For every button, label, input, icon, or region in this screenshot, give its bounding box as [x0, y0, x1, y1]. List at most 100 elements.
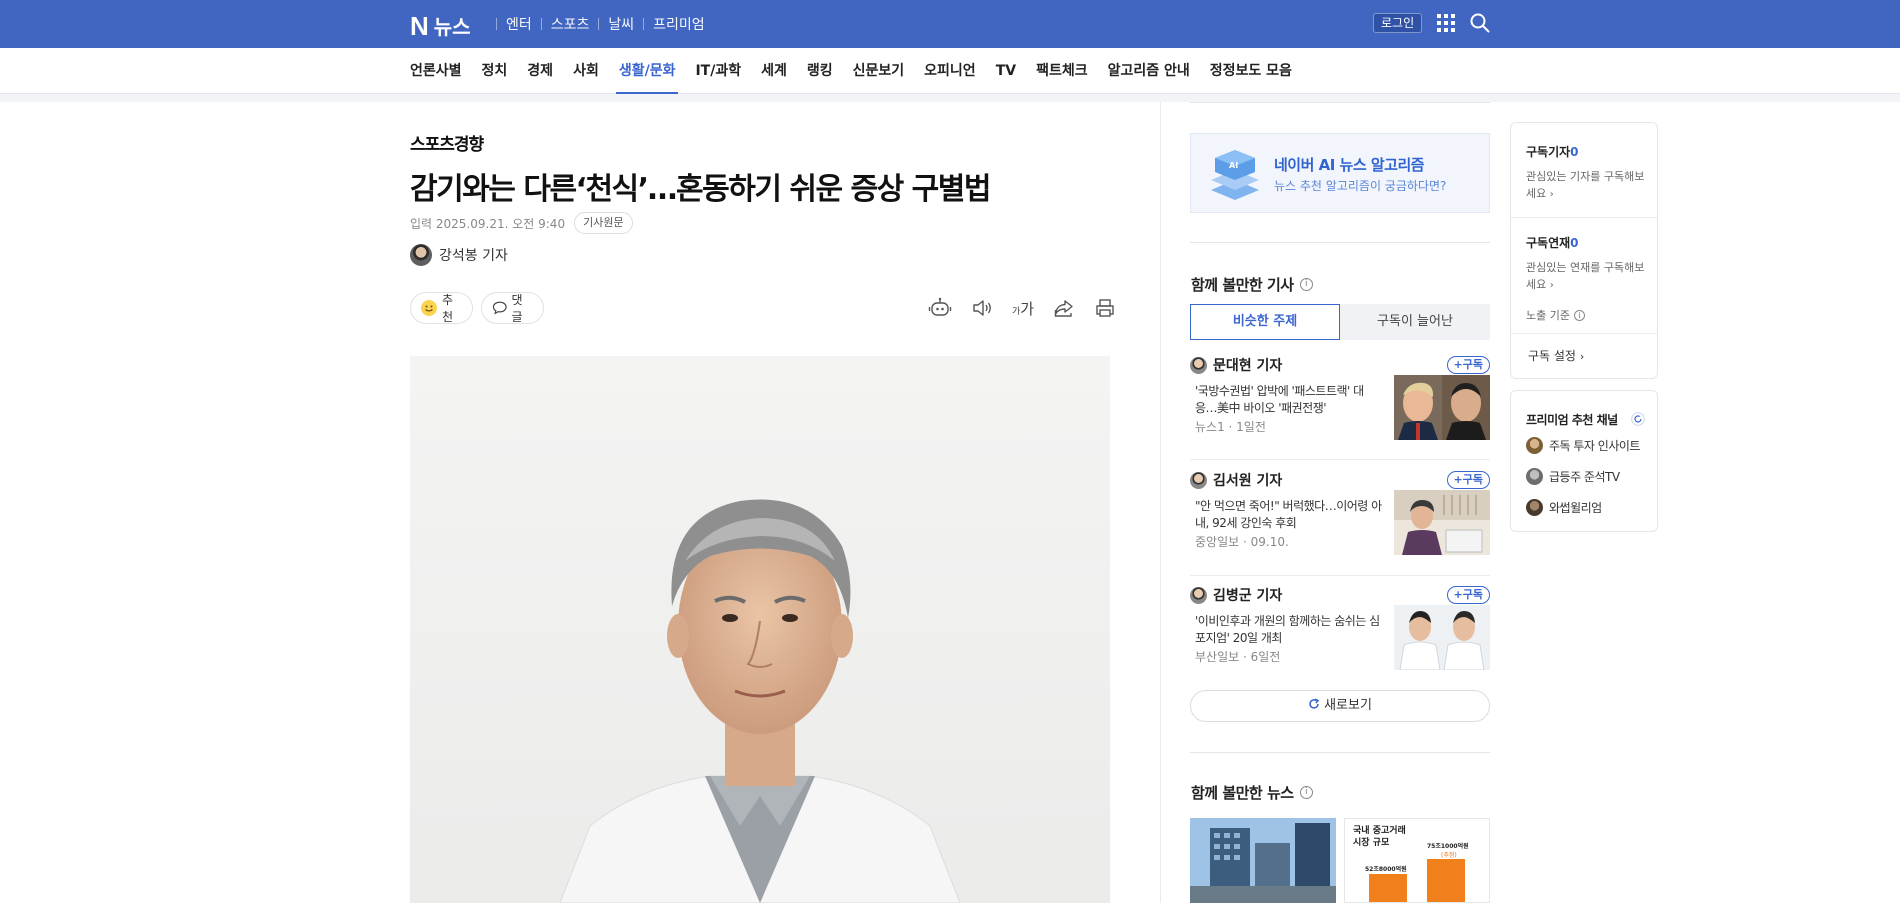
top-nav: 엔터 스포츠 날씨 프리미엄: [487, 14, 705, 34]
svg-text:AI: AI: [1229, 161, 1238, 170]
smile-emoji-icon: [421, 300, 437, 316]
related-article-item[interactable]: 문대현 기자 +구독 '국방수권법' 압박에 '패스트트랙' 대응…美中 바이오…: [1190, 355, 1490, 450]
related-reporter[interactable]: 김병군 기자: [1190, 585, 1490, 605]
info-icon[interactable]: i: [1299, 786, 1313, 799]
article-date: 입력 2025.09.21. 오전 9:40: [410, 216, 566, 231]
related-article-headline[interactable]: "안 먹으면 죽어!" 버럭했다…이어령 아내, 92세 강인숙 후회: [1195, 498, 1385, 532]
related-reporter[interactable]: 김서원 기자: [1190, 470, 1490, 490]
search-icon[interactable]: [1470, 13, 1490, 33]
info-icon: i: [1573, 309, 1585, 321]
related-reporter[interactable]: 문대현 기자: [1190, 355, 1490, 375]
reporter-name[interactable]: 강석봉 기자: [439, 245, 508, 265]
related-article-meta: 뉴스1 · 1일전: [1195, 420, 1266, 434]
channel-avatar: [1526, 437, 1543, 454]
related-reporter-name[interactable]: 김병군 기자: [1213, 585, 1282, 605]
info-icon[interactable]: i: [1299, 278, 1313, 291]
refresh-icon[interactable]: [1631, 412, 1645, 426]
reporter-byline[interactable]: 강석봉 기자: [410, 244, 508, 266]
channel-avatar: [1526, 499, 1543, 516]
font-size-icon[interactable]: 가 가: [1012, 298, 1034, 318]
category-tab[interactable]: 팩트체크: [1036, 48, 1088, 94]
article-title: 감기와는 다른‘천식’…혼동하기 쉬운 증상 구별법: [410, 172, 991, 207]
comment-button[interactable]: 댓글: [481, 292, 544, 324]
premium-channels-title: 프리미엄 추천 채널: [1526, 413, 1618, 427]
category-tab[interactable]: IT/과학: [695, 48, 741, 94]
top-nav-premium[interactable]: 프리미엄: [653, 14, 705, 34]
top-nav-sports[interactable]: 스포츠: [551, 14, 590, 34]
category-tab[interactable]: 오피니언: [924, 48, 976, 94]
divider: [1511, 217, 1657, 218]
press-name[interactable]: 스포츠경향: [410, 130, 484, 155]
related-article-headline[interactable]: '이비인후과 개원의 함께하는 숨쉬는 심포지엄' 20일 개최: [1195, 613, 1385, 647]
subscribed-reporters-title[interactable]: 구독기자0: [1526, 143, 1579, 160]
reporter-avatar[interactable]: [410, 244, 432, 266]
ai-banner-subtitle[interactable]: 뉴스 추천 알고리즘이 궁금하다면?: [1274, 177, 1446, 194]
category-tab[interactable]: 랭킹: [807, 48, 833, 94]
top-header: N 뉴스 엔터 스포츠 날씨 프리미엄 로그인: [0, 0, 1900, 48]
related-article-meta: 중앙일보 · 09.10.: [1195, 535, 1289, 549]
ai-algorithm-banner[interactable]: AI 네이버 AI 뉴스 알고리즘 뉴스 추천 알고리즘이 궁금하다면?: [1190, 133, 1490, 213]
like-button[interactable]: 추천: [410, 292, 473, 324]
related-article-headline[interactable]: '국방수권법' 압박에 '패스트트랙' 대응…美中 바이오 '패권전쟁': [1195, 383, 1385, 417]
original-article-button[interactable]: 기사원문: [574, 212, 633, 234]
category-tab[interactable]: 사회: [573, 48, 599, 94]
subscribe-button[interactable]: +구독: [1446, 471, 1490, 489]
divider: [540, 18, 542, 30]
category-tab[interactable]: TV: [996, 48, 1016, 94]
divider: [0, 94, 1900, 102]
print-icon[interactable]: [1094, 298, 1116, 318]
article-tools: 가 가: [928, 297, 1116, 319]
chevron-right-icon: ›: [1549, 280, 1554, 291]
subscribe-button[interactable]: +구독: [1446, 586, 1490, 604]
category-tab[interactable]: 생활/문화: [615, 48, 679, 94]
login-button[interactable]: 로그인: [1373, 13, 1423, 33]
related-articles-title: 함께 볼만한 기사 i: [1191, 274, 1313, 295]
related-article-thumbnail[interactable]: [1394, 605, 1490, 670]
exposure-criteria[interactable]: 노출 기준 i: [1526, 307, 1585, 323]
category-tab[interactable]: 신문보기: [853, 48, 905, 94]
share-icon[interactable]: [1053, 298, 1075, 318]
category-tab[interactable]: 정정보도 모음: [1210, 48, 1292, 94]
grid-icon[interactable]: [1437, 14, 1455, 32]
related-article-item[interactable]: 김병군 기자 +구독 '이비인후과 개원의 함께하는 숨쉬는 심포지엄' 20일…: [1190, 585, 1490, 680]
category-tab[interactable]: 경제: [527, 48, 553, 94]
subscribe-button[interactable]: +구독: [1446, 356, 1490, 374]
category-tab[interactable]: 정치: [482, 48, 508, 94]
premium-channel-item[interactable]: 급등주 준석TV: [1526, 468, 1620, 485]
premium-channel-item[interactable]: 와썹윌리엄: [1526, 499, 1602, 516]
subscribed-reporters-desc[interactable]: 관심있는 기자를 구독해보세요 ›: [1526, 168, 1646, 203]
related-reporter-name[interactable]: 김서원 기자: [1213, 470, 1282, 490]
naver-logo[interactable]: N: [410, 13, 429, 39]
category-nav: 언론사별 정치 경제 사회 생활/문화 IT/과학 세계 랭킹 신문보기 오피니언 TV 팩트체크 알고…: [0, 48, 1900, 94]
related-article-thumbnail[interactable]: [1394, 490, 1490, 555]
refresh-button[interactable]: 새로보기: [1190, 690, 1490, 722]
subscribed-series-desc[interactable]: 관심있는 연재를 구독해보세요 ›: [1526, 259, 1646, 294]
chart-bar-right: [1427, 859, 1465, 902]
category-tab[interactable]: 세계: [761, 48, 787, 94]
premium-channels-card: 프리미엄 추천 채널 주독 투자 인사이트 급등주 준석TV 와썹윌리엄: [1510, 390, 1658, 532]
category-tab[interactable]: 알고리즘 안내: [1108, 48, 1190, 94]
related-reporter-name[interactable]: 문대현 기자: [1213, 355, 1282, 375]
ai-stack-icon: AI: [1211, 150, 1259, 200]
tab-similar-topic[interactable]: 비슷한 주제: [1190, 304, 1340, 340]
divider: [1190, 459, 1490, 460]
divider: [1511, 333, 1657, 334]
naver-news-logo[interactable]: N 뉴스: [410, 11, 471, 40]
category-tab[interactable]: 언론사별: [410, 48, 462, 94]
article-photo[interactable]: [410, 356, 1110, 903]
related-article-thumbnail[interactable]: [1394, 375, 1490, 440]
top-nav-entertainment[interactable]: 엔터: [506, 14, 532, 34]
related-news-title: 함께 볼만한 뉴스 i: [1191, 782, 1313, 803]
premium-channel-item[interactable]: 주독 투자 인사이트: [1526, 437, 1640, 454]
summary-robot-icon[interactable]: [928, 297, 952, 319]
related-news-thumbnail[interactable]: [1190, 818, 1336, 903]
subscription-settings-link[interactable]: 구독 설정 ›: [1528, 347, 1584, 364]
subscribed-series-title[interactable]: 구독연재0: [1526, 234, 1579, 251]
news-logo-text[interactable]: 뉴스: [434, 11, 471, 40]
related-news-chart-thumbnail[interactable]: 국내 중고거래 시장 규모 52조8000억원 75조1000억원 (추정): [1344, 818, 1490, 903]
related-article-item[interactable]: 김서원 기자 +구독 "안 먹으면 죽어!" 버럭했다…이어령 아내, 92세 …: [1190, 470, 1490, 565]
tab-growing-subscriptions[interactable]: 구독이 늘어난: [1340, 304, 1490, 340]
ai-banner-title[interactable]: 네이버 AI 뉴스 알고리즘: [1274, 154, 1425, 175]
top-nav-weather[interactable]: 날씨: [608, 14, 634, 34]
speaker-icon[interactable]: [971, 298, 993, 318]
